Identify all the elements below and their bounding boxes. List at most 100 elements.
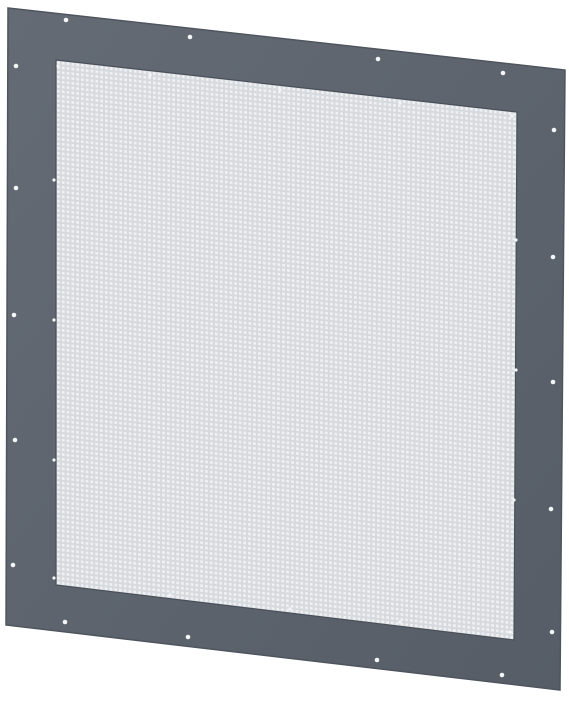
mesh-hole [162,259,166,263]
mesh-hole [114,96,118,100]
mesh-hole [109,573,113,577]
mesh-hole [80,507,84,511]
mesh-hole [195,578,199,582]
mesh-hole [225,89,228,93]
mesh-hole [85,303,89,307]
mesh-hole [71,330,75,334]
mesh-hole [215,303,218,307]
mesh-hole [177,132,180,136]
mesh-hole [104,405,108,409]
mesh-hole [119,77,123,81]
mesh-hole [195,349,199,353]
mesh-hole [244,154,247,158]
mesh-hole [215,222,218,226]
mesh-hole [176,232,180,236]
mesh-hole [171,389,175,393]
mesh-hole [114,430,118,434]
mesh-hole [143,161,147,165]
mesh-hole [76,192,79,196]
mesh-hole [124,126,127,130]
mesh-hole [162,345,166,349]
mesh-hole [205,422,208,426]
mesh-hole [195,325,199,329]
mesh-hole [114,530,118,534]
mesh-hole [262,495,266,499]
mesh-hole [205,508,208,512]
mesh-hole [162,436,165,440]
mesh-hole [152,310,156,314]
mesh-hole [143,314,146,318]
mesh-hole [263,89,267,93]
mesh-hole [114,325,118,329]
mesh-hole [234,291,237,295]
mesh-hole [238,340,242,344]
mesh-hole [181,113,185,117]
mesh-hole [90,103,94,107]
mesh-hole [210,432,213,436]
mesh-hole [167,87,171,91]
mesh-hole [191,291,194,295]
mesh-hole [191,310,194,314]
mesh-hole [100,557,103,561]
mesh-hole [171,542,175,546]
mesh-hole [71,215,75,219]
mesh-hole [205,350,209,354]
mesh-hole [167,365,170,369]
mesh-hole [162,183,166,186]
mesh-hole [128,566,132,570]
mesh-hole [85,346,89,350]
mesh-hole [61,314,65,318]
mesh-hole [229,114,233,118]
mesh-hole [262,606,265,610]
mesh-hole [172,141,175,145]
mesh-hole [95,571,98,575]
mesh-hole [166,465,170,469]
mesh-hole [205,297,209,301]
mesh-hole [100,80,103,84]
mesh-hole [61,309,65,313]
mesh-hole [90,208,94,212]
mesh-hole [171,427,175,431]
mesh-hole [210,327,213,331]
mesh-hole [157,354,161,358]
mesh-hole [238,598,242,602]
mesh-hole [119,283,122,287]
mesh-hole [239,167,243,171]
mesh-hole [244,149,247,153]
mesh-hole [152,277,156,281]
mesh-hole [262,586,265,590]
mesh-hole [76,521,79,525]
mesh-hole [205,493,208,497]
mesh-hole [248,293,252,297]
mesh-hole [243,331,247,335]
mesh-hole [225,94,228,98]
mesh-hole [253,418,256,422]
mesh-hole [262,529,266,533]
mesh-hole [185,577,189,581]
mesh-hole [138,514,141,518]
mesh-hole [147,458,151,462]
mesh-hole [85,355,89,359]
mesh-hole [177,89,180,93]
mesh-hole [100,333,103,337]
mesh-hole [215,150,219,154]
mesh-hole [219,596,222,600]
mesh-hole [229,300,233,304]
mesh-hole [95,437,98,441]
mesh-hole [205,192,209,196]
mesh-hole [85,379,89,383]
mesh-hole [219,246,223,250]
mesh-hole [200,302,204,306]
mesh-hole [148,257,151,261]
mesh-hole [104,300,108,304]
mesh-hole [66,138,70,142]
mesh-hole [85,432,89,436]
mesh-hole [229,334,233,338]
mesh-hole [220,93,223,97]
mesh-hole [109,506,113,510]
mesh-hole [71,186,75,190]
mesh-hole [71,191,75,195]
mesh-hole [143,414,146,418]
mesh-hole [85,417,89,421]
mesh-hole [215,236,218,240]
